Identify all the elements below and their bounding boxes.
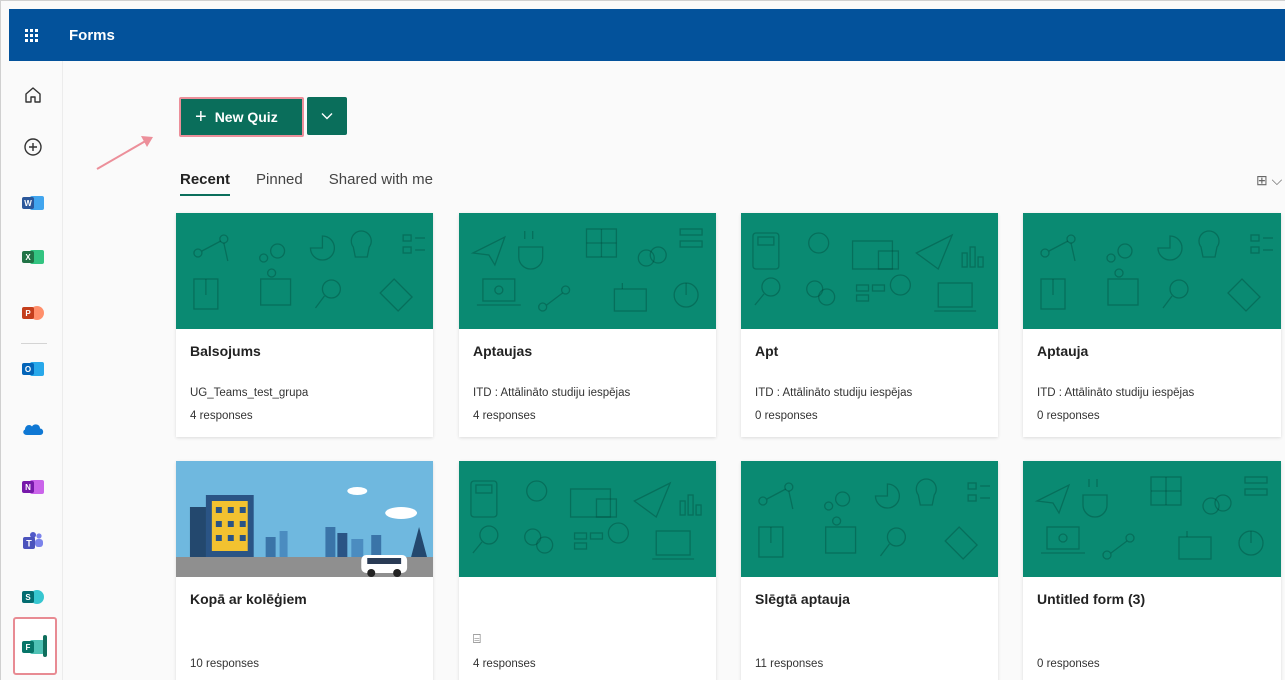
- forms-window: Forms W X P O N T S F + New Quiz Recent …: [0, 0, 1285, 680]
- onedrive-icon[interactable]: [21, 417, 45, 441]
- form-card[interactable]: Aptauja ITD : Attālināto studiju iespēja…: [1023, 213, 1281, 437]
- view-toggle-icon[interactable]: ⊞ ⌵: [1256, 172, 1282, 189]
- home-icon[interactable]: [21, 83, 45, 107]
- card-banner: [741, 213, 998, 329]
- card-banner: [741, 461, 998, 577]
- card-responses: 4 responses: [190, 410, 253, 422]
- card-banner: [1023, 461, 1281, 577]
- form-card[interactable]: Untitled form (3) 0 responses: [1023, 461, 1281, 680]
- annotation-arrow-icon: [96, 136, 153, 170]
- card-subtitle: UG_Teams_test_grupa: [190, 387, 309, 399]
- card-responses: 0 responses: [1037, 658, 1100, 670]
- powerpoint-icon[interactable]: P: [21, 301, 45, 325]
- tab-recent[interactable]: Recent: [180, 171, 231, 196]
- new-form-dropdown-button[interactable]: [307, 97, 347, 135]
- card-subtitle: ITD : Attālināto studiju iespējas: [473, 387, 631, 399]
- card-title: Aptauja: [1037, 343, 1089, 359]
- tab-shared-with-me[interactable]: Shared with me: [329, 171, 433, 196]
- card-title: Untitled form (3): [1037, 591, 1146, 607]
- card-subtitle: ITD : Attālināto studiju iespējas: [755, 387, 913, 399]
- tab-pinned[interactable]: Pinned: [256, 171, 303, 196]
- excel-icon[interactable]: X: [21, 245, 45, 269]
- card-responses: 4 responses: [473, 410, 536, 422]
- new-quiz-button[interactable]: + New Quiz: [179, 97, 304, 137]
- app-launcher-icon[interactable]: [9, 9, 53, 61]
- card-banner: [459, 461, 716, 577]
- plus-icon: +: [195, 106, 207, 128]
- card-responses: 0 responses: [1037, 410, 1100, 422]
- card-responses: 4 responses: [473, 658, 536, 670]
- teams-icon[interactable]: T: [21, 529, 45, 553]
- card-responses: 10 responses: [190, 658, 260, 670]
- card-responses: 0 responses: [755, 410, 818, 422]
- form-card[interactable]: ⌸ 4 responses: [459, 461, 716, 680]
- card-responses: 11 responses: [755, 658, 824, 670]
- svg-text:T: T: [26, 539, 32, 549]
- card-banner: [176, 213, 433, 329]
- outlook-icon[interactable]: O: [21, 357, 45, 381]
- active-indicator: [43, 635, 47, 657]
- form-card[interactable]: Balsojums UG_Teams_test_grupa 4 response…: [176, 213, 433, 437]
- card-title: Aptaujas: [473, 343, 533, 359]
- quiz-type-icon: ⌸: [473, 631, 481, 646]
- top-bar: Forms: [9, 9, 1285, 61]
- card-title: Apt: [755, 343, 779, 359]
- form-card[interactable]: Kopā ar kolēģiem 10 responses: [176, 461, 433, 680]
- form-card[interactable]: Slēgtā aptauja 11 responses: [741, 461, 998, 680]
- forms-icon[interactable]: F: [21, 635, 45, 659]
- rail-separator: [21, 343, 47, 344]
- word-icon[interactable]: W: [21, 191, 45, 215]
- onenote-icon[interactable]: N: [21, 475, 45, 499]
- card-subtitle: ITD : Attālināto studiju iespējas: [1037, 387, 1195, 399]
- tab-bar: Recent Pinned Shared with me: [180, 171, 433, 196]
- card-title: Slēgtā aptauja: [755, 591, 850, 607]
- card-banner: [459, 213, 716, 329]
- card-title: Kopā ar kolēģiem: [190, 591, 307, 607]
- card-banner: [1023, 213, 1281, 329]
- card-banner-image: [176, 461, 433, 577]
- sharepoint-icon[interactable]: S: [21, 585, 45, 609]
- new-quiz-label: New Quiz: [214, 109, 278, 125]
- form-card[interactable]: Aptaujas ITD : Attālināto studiju iespēj…: [459, 213, 716, 437]
- chevron-down-icon: [321, 113, 333, 120]
- forms-app-selected[interactable]: F: [13, 617, 57, 675]
- form-card[interactable]: Apt ITD : Attālināto studiju iespējas 0 …: [741, 213, 998, 437]
- create-icon[interactable]: [21, 135, 45, 159]
- card-title: Balsojums: [190, 343, 261, 359]
- app-title[interactable]: Forms: [69, 27, 115, 44]
- app-rail: W X P O N T S F: [9, 61, 63, 680]
